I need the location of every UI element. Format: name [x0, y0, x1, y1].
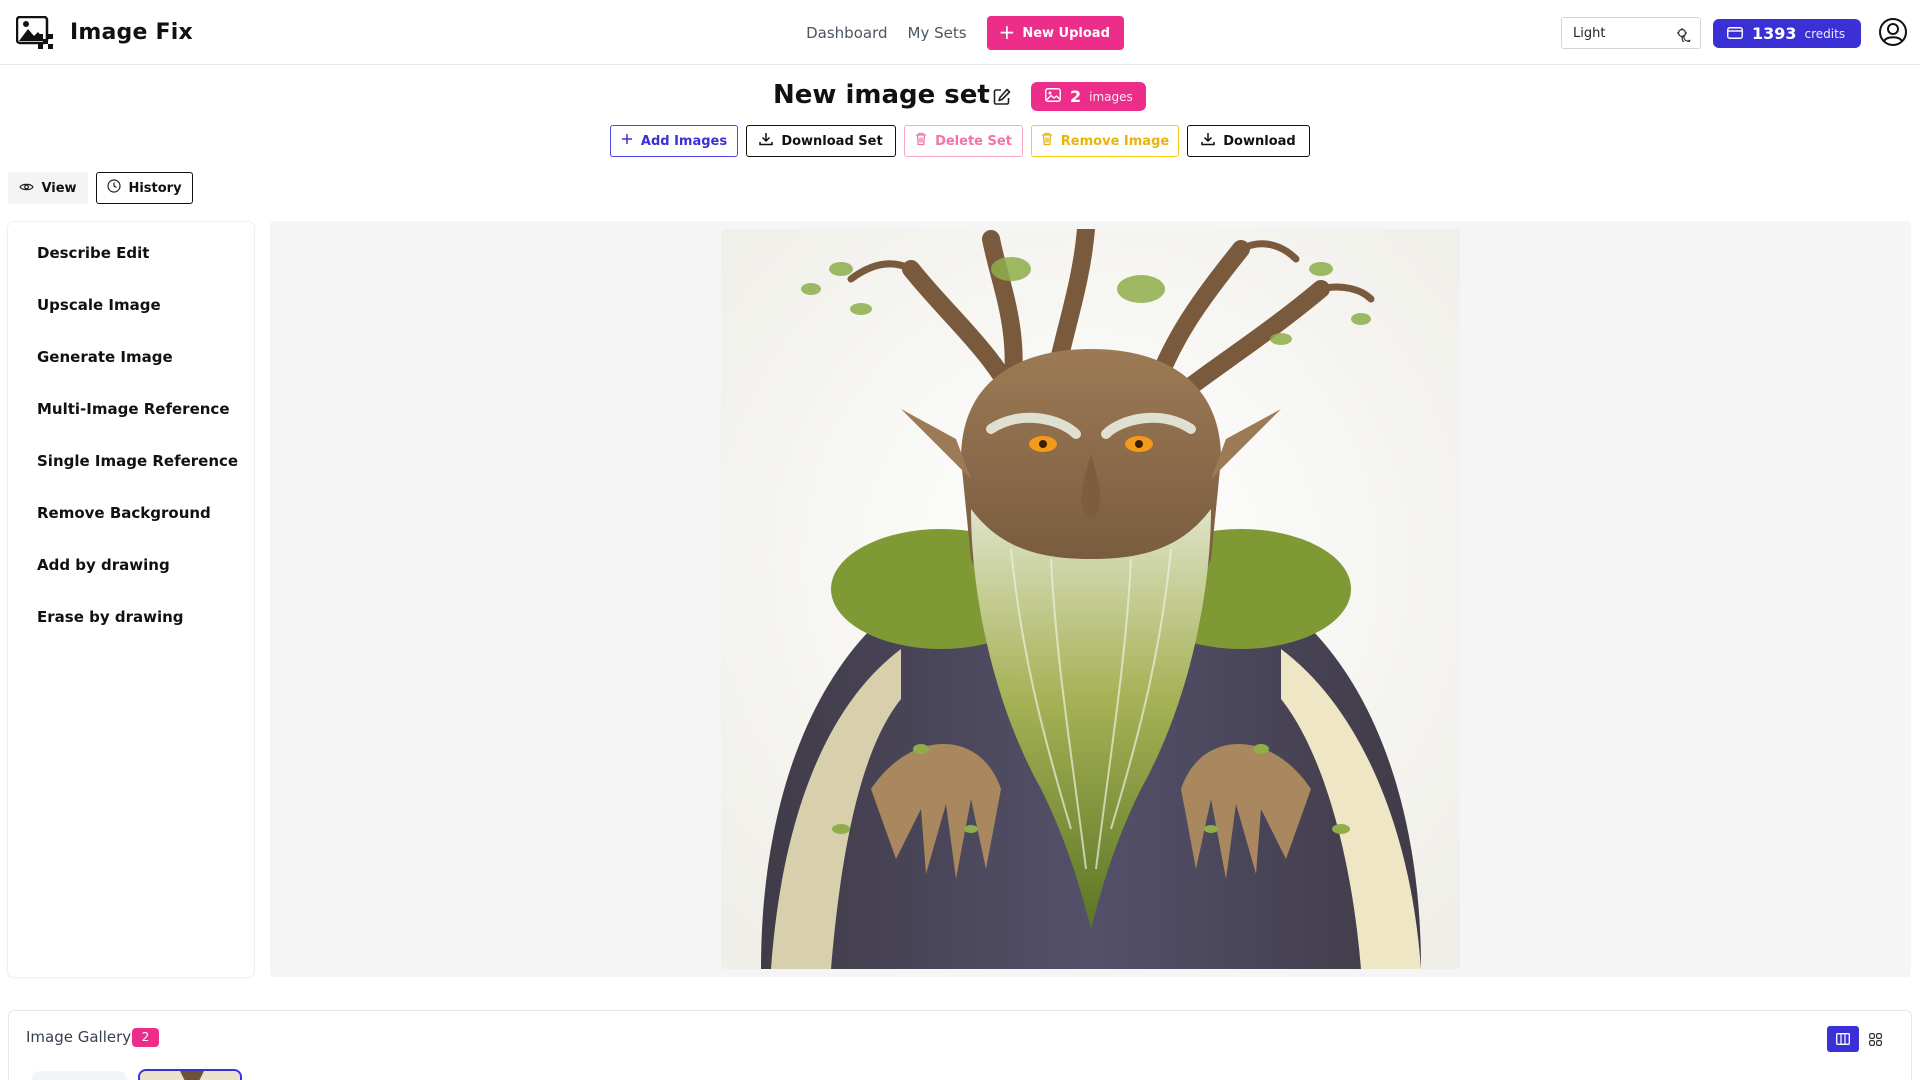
- download-label: Download: [1223, 133, 1296, 149]
- pencil-square-icon[interactable]: [992, 87, 1012, 107]
- trash-icon: [915, 132, 927, 150]
- tool-single-image-reference[interactable]: Single Image Reference: [37, 452, 238, 470]
- image-count-badge: 2 images: [1031, 82, 1146, 111]
- download-set-button[interactable]: Download Set: [746, 125, 896, 157]
- tool-multi-image-reference[interactable]: Multi-Image Reference: [37, 400, 230, 418]
- delete-set-button[interactable]: Delete Set: [904, 125, 1023, 157]
- app-title[interactable]: Image Fix: [70, 20, 193, 45]
- image-count-value: 2: [1070, 87, 1082, 106]
- tab-history[interactable]: History: [96, 172, 193, 204]
- credits-count: 1393: [1752, 24, 1797, 43]
- new-upload-button[interactable]: + New Upload: [986, 16, 1124, 50]
- theme-select-value: Light: [1573, 25, 1606, 41]
- gallery-title: Image Gallery: [26, 1028, 132, 1046]
- gallery-view-switch: [1827, 1026, 1892, 1052]
- download-icon: [759, 132, 774, 150]
- tool-remove-background[interactable]: Remove Background: [37, 504, 211, 522]
- tool-add-by-drawing[interactable]: Add by drawing: [37, 556, 170, 574]
- tab-view[interactable]: View: [8, 172, 88, 204]
- image-gallery: Image Gallery 2: [8, 1010, 1912, 1080]
- plus-icon: [621, 133, 633, 149]
- main-image[interactable]: [721, 229, 1460, 969]
- app-logo-icon[interactable]: [16, 16, 56, 50]
- add-images-button[interactable]: Add Images: [610, 125, 738, 157]
- delete-set-label: Delete Set: [935, 133, 1012, 149]
- image-icon: [1045, 87, 1061, 106]
- top-bar: Image Fix Dashboard My Sets + New Upload…: [0, 0, 1920, 65]
- gallery-thumbnail-selected[interactable]: [138, 1069, 242, 1080]
- download-icon: [1201, 132, 1216, 150]
- tool-erase-by-drawing[interactable]: Erase by drawing: [37, 608, 184, 626]
- nav-my-sets[interactable]: My Sets: [898, 16, 977, 50]
- gallery-thumbnail[interactable]: [32, 1071, 127, 1080]
- tab-history-label: History: [128, 180, 182, 196]
- tool-generate-image[interactable]: Generate Image: [37, 348, 173, 366]
- grid-icon[interactable]: [1859, 1026, 1891, 1052]
- eye-icon: [19, 181, 35, 196]
- trash-icon: [1041, 132, 1053, 150]
- set-title: New image set: [773, 80, 990, 110]
- download-button[interactable]: Download: [1187, 125, 1310, 157]
- credits-badge[interactable]: 1393 credits: [1713, 19, 1861, 48]
- image-count-label: images: [1089, 89, 1133, 104]
- credit-card-icon: [1727, 24, 1743, 43]
- plus-icon: +: [998, 20, 1016, 44]
- tools-sidebar: Describe Edit Upscale Image Generate Ima…: [8, 222, 254, 977]
- new-upload-label: New Upload: [1022, 25, 1110, 41]
- remove-image-label: Remove Image: [1060, 133, 1170, 149]
- tool-describe-edit[interactable]: Describe Edit: [37, 244, 149, 262]
- download-set-label: Download Set: [781, 133, 883, 149]
- theme-select[interactable]: Light: [1561, 17, 1701, 49]
- tab-view-label: View: [41, 180, 77, 196]
- clock-icon: [107, 179, 122, 197]
- credits-label: credits: [1804, 26, 1846, 41]
- gallery-count-badge: 2: [132, 1028, 159, 1047]
- add-images-label: Add Images: [640, 133, 728, 149]
- remove-image-button[interactable]: Remove Image: [1031, 125, 1179, 157]
- columns-icon[interactable]: [1827, 1026, 1859, 1052]
- user-circle-icon[interactable]: [1878, 17, 1908, 47]
- theme-toggle-icon: [1676, 26, 1692, 46]
- nav-dashboard[interactable]: Dashboard: [796, 16, 897, 50]
- tool-upscale-image[interactable]: Upscale Image: [37, 296, 161, 314]
